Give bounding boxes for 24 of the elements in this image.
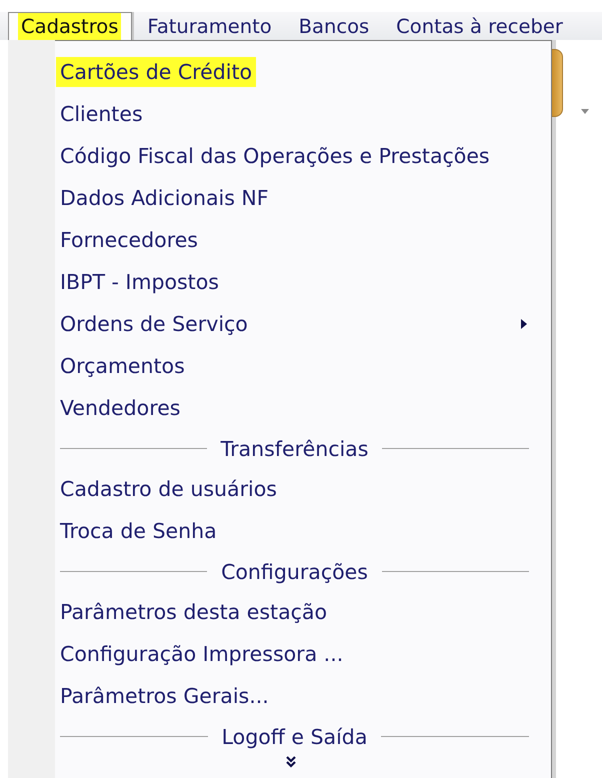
menu-item[interactable]: Parâmetros Gerais... (60, 675, 551, 717)
section-heading: Transferências (220, 436, 368, 460)
menu-item[interactable]: Vendedores (60, 387, 551, 429)
menu-item[interactable]: Clientes (60, 93, 551, 135)
menu-bar-item[interactable]: Contas à receber (387, 12, 577, 40)
menu-item[interactable]: Cadastro de usuários (60, 468, 551, 510)
menu-bar-item[interactable]: Faturamento (138, 12, 286, 40)
menu-item[interactable]: Código Fiscal das Operações e Prestações (60, 135, 551, 177)
section-heading: Configurações (221, 560, 368, 584)
menu-item[interactable]: Dados Adicionais NF (60, 177, 551, 219)
section-heading: Logoff e Saída (222, 724, 368, 748)
dropdown-arrow-icon[interactable] (581, 109, 589, 114)
expand-chevron-icon[interactable] (286, 756, 296, 768)
submenu-arrow-icon (521, 319, 527, 329)
menu-item[interactable]: Orçamentos (60, 345, 551, 387)
menu-item[interactable]: Ordens de Serviço (60, 303, 551, 345)
toolbar-button[interactable] (552, 49, 563, 117)
menu-bar-item[interactable]: Cadastros (8, 12, 132, 40)
menu-item[interactable]: Fornecedores (60, 219, 551, 261)
menu-item[interactable]: Troca de Senha (60, 510, 551, 552)
menu-item[interactable]: IBPT - Impostos (60, 261, 551, 303)
menu-item[interactable]: Configuração Impressora ... (60, 633, 551, 675)
menu-bar-item[interactable]: Bancos (290, 12, 384, 40)
menu-item[interactable]: Parâmetros desta estação (60, 591, 551, 633)
